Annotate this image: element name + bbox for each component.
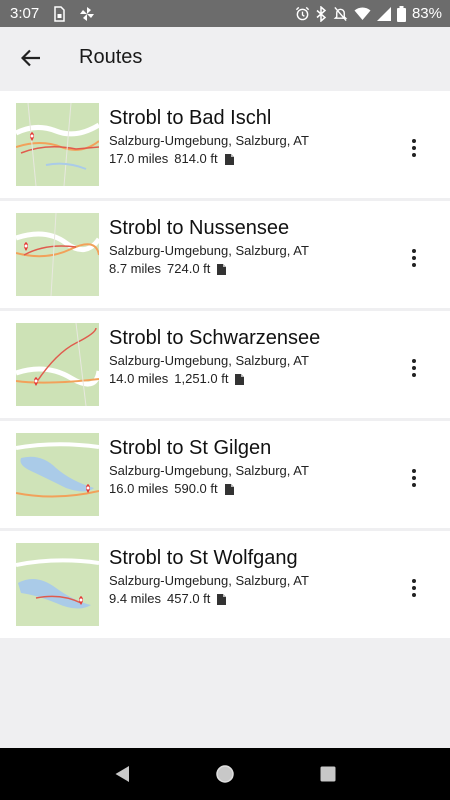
mute-icon [333,6,348,22]
pinwheel-icon [79,6,95,22]
file-icon [224,153,234,165]
battery-percent: 83% [411,5,442,22]
route-map-thumbnail [16,103,99,186]
route-title: Strobl to St Wolfgang [109,547,298,569]
route-card-st-wolfgang[interactable]: Strobl to St Wolfgang Salzburg-Umgebung,… [0,531,450,638]
alarm-icon [295,6,310,21]
wifi-icon [354,6,371,21]
app-bar: Routes [0,27,450,88]
route-elevation: 724.0 ft [167,261,211,276]
file-icon [217,263,227,275]
home-circle-icon [216,765,234,783]
back-triangle-icon [115,766,129,782]
route-location: Salzburg-Umgebung, Salzburg, AT [109,243,309,258]
more-options-button[interactable] [404,465,424,491]
route-elevation: 1,251.0 ft [174,371,229,386]
nav-home-button[interactable] [205,754,245,794]
arrow-left-icon [21,49,40,66]
route-card-st-gilgen[interactable]: Strobl to St Gilgen Salzburg-Umgebung, S… [0,421,450,528]
nav-back-button[interactable] [102,754,142,794]
status-bar: 3:07 83% [0,0,450,27]
back-button[interactable] [11,38,51,78]
route-title: Strobl to Nussensee [109,217,290,239]
route-distance: 8.7 miles [109,261,162,276]
route-distance: 14.0 miles [109,371,169,386]
route-location: Salzburg-Umgebung, Salzburg, AT [109,133,309,148]
route-location: Salzburg-Umgebung, Salzburg, AT [109,353,309,368]
route-location: Salzburg-Umgebung, Salzburg, AT [109,463,309,478]
sim-card-icon [53,5,65,22]
route-map-thumbnail [16,433,99,516]
route-title: Strobl to St Gilgen [109,437,272,459]
signal-icon [376,6,391,21]
route-distance: 17.0 miles [109,151,169,166]
route-title: Strobl to Schwarzensee [109,327,321,349]
route-map-thumbnail [16,543,99,626]
file-icon [224,483,234,495]
recents-square-icon [320,766,336,782]
route-map-thumbnail [16,323,99,406]
file-icon [235,373,245,385]
page-title: Routes [79,46,143,68]
nav-recents-button[interactable] [308,754,348,794]
route-distance: 9.4 miles [109,591,162,606]
more-options-button[interactable] [404,355,424,381]
more-options-button[interactable] [404,135,424,161]
route-card-bad-ischl[interactable]: Strobl to Bad Ischl Salzburg-Umgebung, S… [0,91,450,198]
more-options-button[interactable] [404,245,424,271]
route-location: Salzburg-Umgebung, Salzburg, AT [109,573,309,588]
more-options-button[interactable] [404,575,424,601]
route-card-nussensee[interactable]: Strobl to Nussensee Salzburg-Umgebung, S… [0,201,450,308]
route-distance: 16.0 miles [109,481,169,496]
route-card-schwarzensee[interactable]: Strobl to Schwarzensee Salzburg-Umgebung… [0,311,450,418]
file-icon [217,593,227,605]
bluetooth-icon [316,5,327,22]
route-elevation: 814.0 ft [174,151,218,166]
route-map-thumbnail [16,213,99,296]
status-time: 3:07 [10,5,40,22]
system-nav-bar [0,748,450,800]
route-elevation: 457.0 ft [167,591,211,606]
route-elevation: 590.0 ft [174,481,218,496]
route-title: Strobl to Bad Ischl [109,107,272,129]
battery-icon [396,5,406,22]
